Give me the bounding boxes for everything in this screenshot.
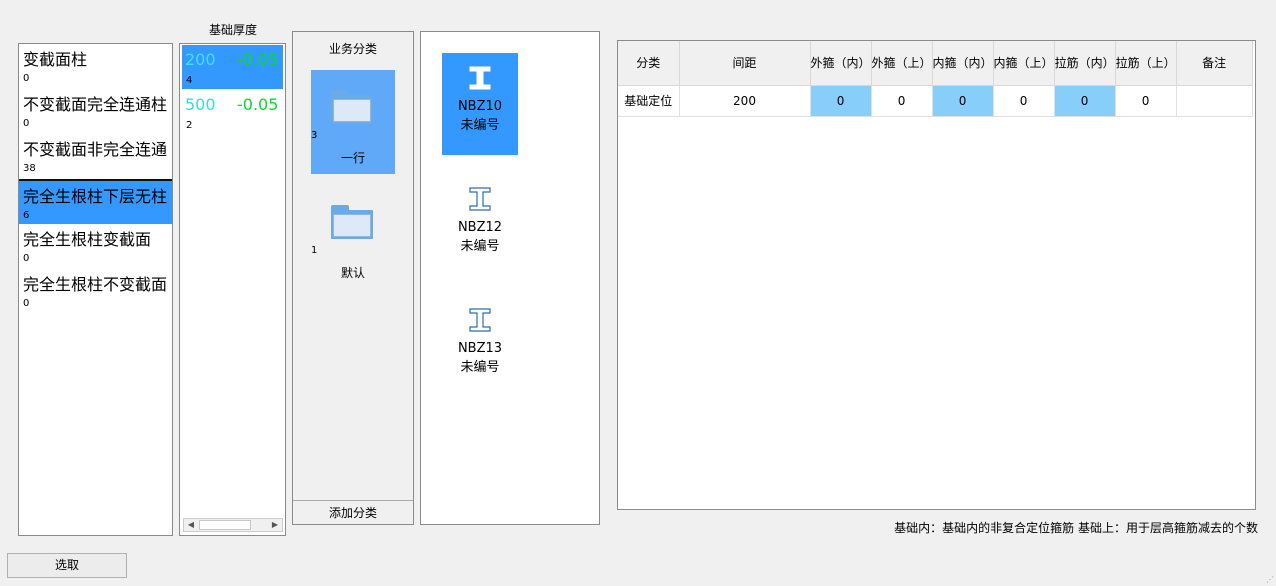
table-cell[interactable]: 0 (810, 85, 872, 117)
beam-status: 未编号 (460, 118, 500, 133)
i-beam-icon (469, 308, 491, 332)
thickness-title: 基础厚度 (208, 23, 257, 37)
column-header[interactable]: 外箍（内） (810, 41, 872, 86)
table-header-row: 分类 间距 外箍（内） 外箍（上） 内箍（内） 内箍（上） 拉筋（内） 拉筋（上… (618, 41, 1253, 86)
column-type-name: 不变截面完全连通柱 (23, 95, 168, 114)
thickness-offset: -0.05 (237, 50, 279, 69)
category-item-selected[interactable]: 3 一行 (311, 70, 395, 174)
beam-item[interactable]: NBZ12 未编号 (442, 174, 518, 276)
thickness-list[interactable]: 200 -0.05 4 500 -0.05 2 ◀ ▶ (179, 43, 286, 536)
column-type-list[interactable]: 变截面柱 0 不变截面完全连通柱 0 不变截面非完全连通 38 完全生根柱下层无… (18, 43, 173, 536)
column-header[interactable]: 内箍（上） (993, 41, 1055, 86)
beam-item[interactable]: NBZ13 未编号 (442, 295, 518, 397)
category-label: 一行 (340, 151, 365, 165)
column-type-count: 0 (23, 298, 30, 309)
table-cell[interactable]: 基础定位 (618, 85, 680, 117)
table-cell[interactable]: 200 (679, 85, 811, 117)
column-type-count: 0 (23, 253, 30, 264)
stirrup-table: 分类 间距 外箍（内） 外箍（上） 内箍（内） 内箍（上） 拉筋（内） 拉筋（上… (618, 41, 1253, 117)
thickness-value: 200 (185, 50, 216, 69)
table-cell[interactable]: 0 (1115, 85, 1177, 117)
column-type-item[interactable]: 不变截面非完全连通 38 (19, 134, 172, 179)
column-header[interactable]: 拉筋（内） (1054, 41, 1116, 86)
column-type-name: 完全生根柱变截面 (23, 230, 152, 249)
category-count: 1 (311, 245, 318, 256)
footnote-text: 基础内：基础内的非复合定位箍筋 基础上：用于层高箍筋减去的个数 (894, 521, 1258, 535)
table-cell[interactable]: 0 (1054, 85, 1116, 117)
column-type-item[interactable]: 完全生根柱不变截面 0 (19, 269, 172, 314)
beam-status: 未编号 (460, 239, 500, 254)
column-type-item[interactable]: 变截面柱 0 (19, 44, 172, 89)
column-header[interactable]: 外箍（上） (871, 41, 933, 86)
beam-panel: NBZ10 未编号 NBZ12 未编号 NBZ13 未编号 (420, 31, 600, 525)
beam-name: NBZ12 (457, 220, 503, 235)
i-beam-icon (469, 66, 491, 90)
folder-icon (331, 90, 373, 124)
thickness-item-selected[interactable]: 200 -0.05 4 (182, 45, 283, 89)
column-type-name: 完全生根柱下层无柱 (23, 187, 168, 206)
column-type-count: 0 (23, 118, 30, 129)
column-header[interactable]: 内箍（内） (932, 41, 994, 86)
category-title: 业务分类 (328, 42, 377, 56)
table-cell[interactable]: 0 (871, 85, 933, 117)
scroll-left-icon[interactable]: ◀ (184, 519, 198, 531)
thickness-item[interactable]: 500 -0.05 2 (182, 90, 283, 134)
column-header[interactable]: 备注 (1176, 41, 1253, 86)
column-header[interactable]: 分类 (618, 41, 680, 86)
category-panel: 业务分类 3 一行 1 默认 添加分类 (292, 31, 414, 525)
beam-name: NBZ10 (457, 99, 503, 114)
column-type-item-selected[interactable]: 完全生根柱下层无柱 6 (19, 179, 172, 224)
table-row[interactable]: 基础定位 200 0 0 0 0 0 0 (618, 85, 1253, 117)
beam-name: NBZ13 (457, 341, 503, 356)
column-type-name: 变截面柱 (23, 50, 88, 69)
add-category-button[interactable]: 添加分类 (293, 500, 413, 524)
thickness-value: 500 (185, 95, 216, 114)
column-type-count: 6 (23, 210, 30, 221)
category-count: 3 (311, 130, 318, 141)
select-button[interactable]: 选取 (7, 553, 127, 578)
stirrup-table-panel: 分类 间距 外箍（内） 外箍（上） 内箍（内） 内箍（上） 拉筋（内） 拉筋（上… (617, 40, 1256, 510)
category-item[interactable]: 1 默认 (311, 185, 395, 289)
i-beam-icon (469, 187, 491, 211)
thickness-count: 2 (186, 120, 193, 131)
column-type-count: 0 (23, 73, 30, 84)
table-cell[interactable] (1176, 85, 1253, 117)
column-type-item[interactable]: 完全生根柱变截面 0 (19, 224, 172, 269)
column-type-name: 完全生根柱不变截面 (23, 275, 168, 294)
beam-item-selected[interactable]: NBZ10 未编号 (442, 53, 518, 155)
column-type-count: 38 (23, 163, 36, 174)
category-label: 默认 (340, 266, 365, 280)
column-type-item[interactable]: 不变截面完全连通柱 0 (19, 89, 172, 134)
column-type-name: 不变截面非完全连通 (23, 140, 168, 159)
folder-icon (331, 205, 373, 239)
column-header[interactable]: 拉筋（上） (1115, 41, 1177, 86)
beam-status: 未编号 (460, 360, 500, 375)
table-cell[interactable]: 0 (932, 85, 994, 117)
horizontal-scrollbar[interactable]: ◀ ▶ (183, 518, 283, 532)
column-header[interactable]: 间距 (679, 41, 811, 86)
resize-grip-icon[interactable]: ⋰ (1266, 575, 1274, 584)
thickness-offset: -0.05 (237, 95, 279, 114)
scroll-thumb[interactable] (199, 520, 251, 530)
thickness-count: 4 (186, 75, 193, 86)
table-cell[interactable]: 0 (993, 85, 1055, 117)
scroll-right-icon[interactable]: ▶ (268, 519, 282, 531)
